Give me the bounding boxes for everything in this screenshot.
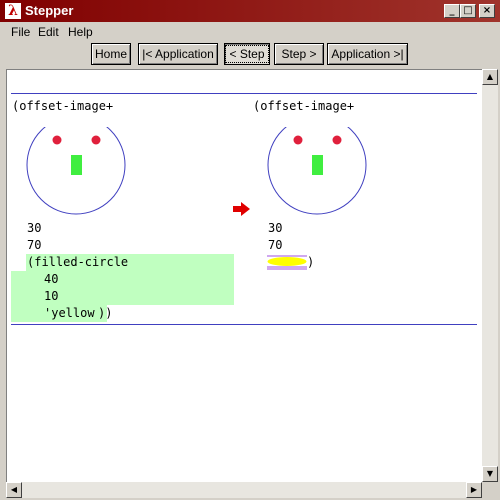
vertical-scrollbar[interactable] bbox=[482, 69, 498, 482]
right-arg2: 70 bbox=[268, 238, 283, 252]
back-application-button[interactable]: |< Application bbox=[138, 43, 218, 65]
left-expr-head: (offset-image+ bbox=[12, 99, 114, 113]
top-divider bbox=[11, 93, 477, 94]
horizontal-scrollbar[interactable] bbox=[6, 482, 482, 498]
yellow-ellipse-image bbox=[267, 257, 307, 266]
right-arg1: 30 bbox=[268, 221, 283, 235]
forward-step-button[interactable]: Step > bbox=[274, 43, 324, 65]
minimize-button[interactable]: _ bbox=[444, 4, 460, 18]
stepper-pane[interactable]: (offset-image+ 30 70 (filled-circle 40 1… bbox=[6, 69, 483, 483]
scroll-up-icon[interactable]: ▲ bbox=[482, 69, 498, 85]
redex-line-4: 'yellow bbox=[44, 306, 95, 320]
back-application-label: |< Application bbox=[142, 47, 214, 61]
left-arg1: 30 bbox=[27, 221, 42, 235]
forward-application-button[interactable]: Application >| bbox=[327, 43, 408, 65]
left-arg2: 70 bbox=[27, 238, 42, 252]
title-bar[interactable] bbox=[0, 0, 500, 22]
right-eye bbox=[332, 135, 342, 145]
maximize-button[interactable]: □ bbox=[460, 4, 476, 18]
right-expr-head: (offset-image+ bbox=[253, 99, 355, 113]
forward-step-label: Step > bbox=[281, 47, 317, 61]
right-face-image bbox=[267, 127, 367, 215]
menu-edit[interactable]: Edit bbox=[38, 25, 59, 39]
right-eye bbox=[91, 135, 101, 145]
redex-line-3: 10 bbox=[44, 289, 59, 303]
window-title: Stepper bbox=[25, 3, 74, 18]
left-closing-parens: )) bbox=[98, 306, 113, 320]
menu-file[interactable]: File bbox=[11, 25, 30, 39]
resize-grip[interactable] bbox=[482, 482, 498, 498]
left-eye bbox=[293, 135, 303, 145]
bottom-divider bbox=[11, 324, 477, 325]
back-step-label: < Step bbox=[225, 45, 269, 63]
back-step-button[interactable]: < Step bbox=[224, 43, 270, 65]
redex-line-2: 40 bbox=[44, 272, 59, 286]
home-button[interactable]: Home bbox=[91, 43, 131, 65]
red-right-arrow-icon bbox=[233, 202, 250, 216]
redex-line-1: (filled-circle bbox=[27, 255, 129, 269]
left-eye bbox=[52, 135, 62, 145]
left-face-image bbox=[26, 127, 126, 215]
right-closing-paren: ) bbox=[307, 255, 315, 269]
close-button[interactable]: × bbox=[479, 4, 495, 18]
nose bbox=[71, 155, 82, 175]
scroll-right-icon[interactable]: ▶ bbox=[466, 482, 482, 498]
scroll-left-icon[interactable]: ◀ bbox=[6, 482, 22, 498]
forward-application-label: Application >| bbox=[331, 47, 404, 61]
nose bbox=[312, 155, 323, 175]
app-lambda-icon[interactable]: λ bbox=[5, 3, 21, 19]
scroll-down-icon[interactable]: ▼ bbox=[482, 466, 498, 482]
menu-help[interactable]: Help bbox=[68, 25, 93, 39]
home-button-label: Home bbox=[94, 47, 127, 61]
